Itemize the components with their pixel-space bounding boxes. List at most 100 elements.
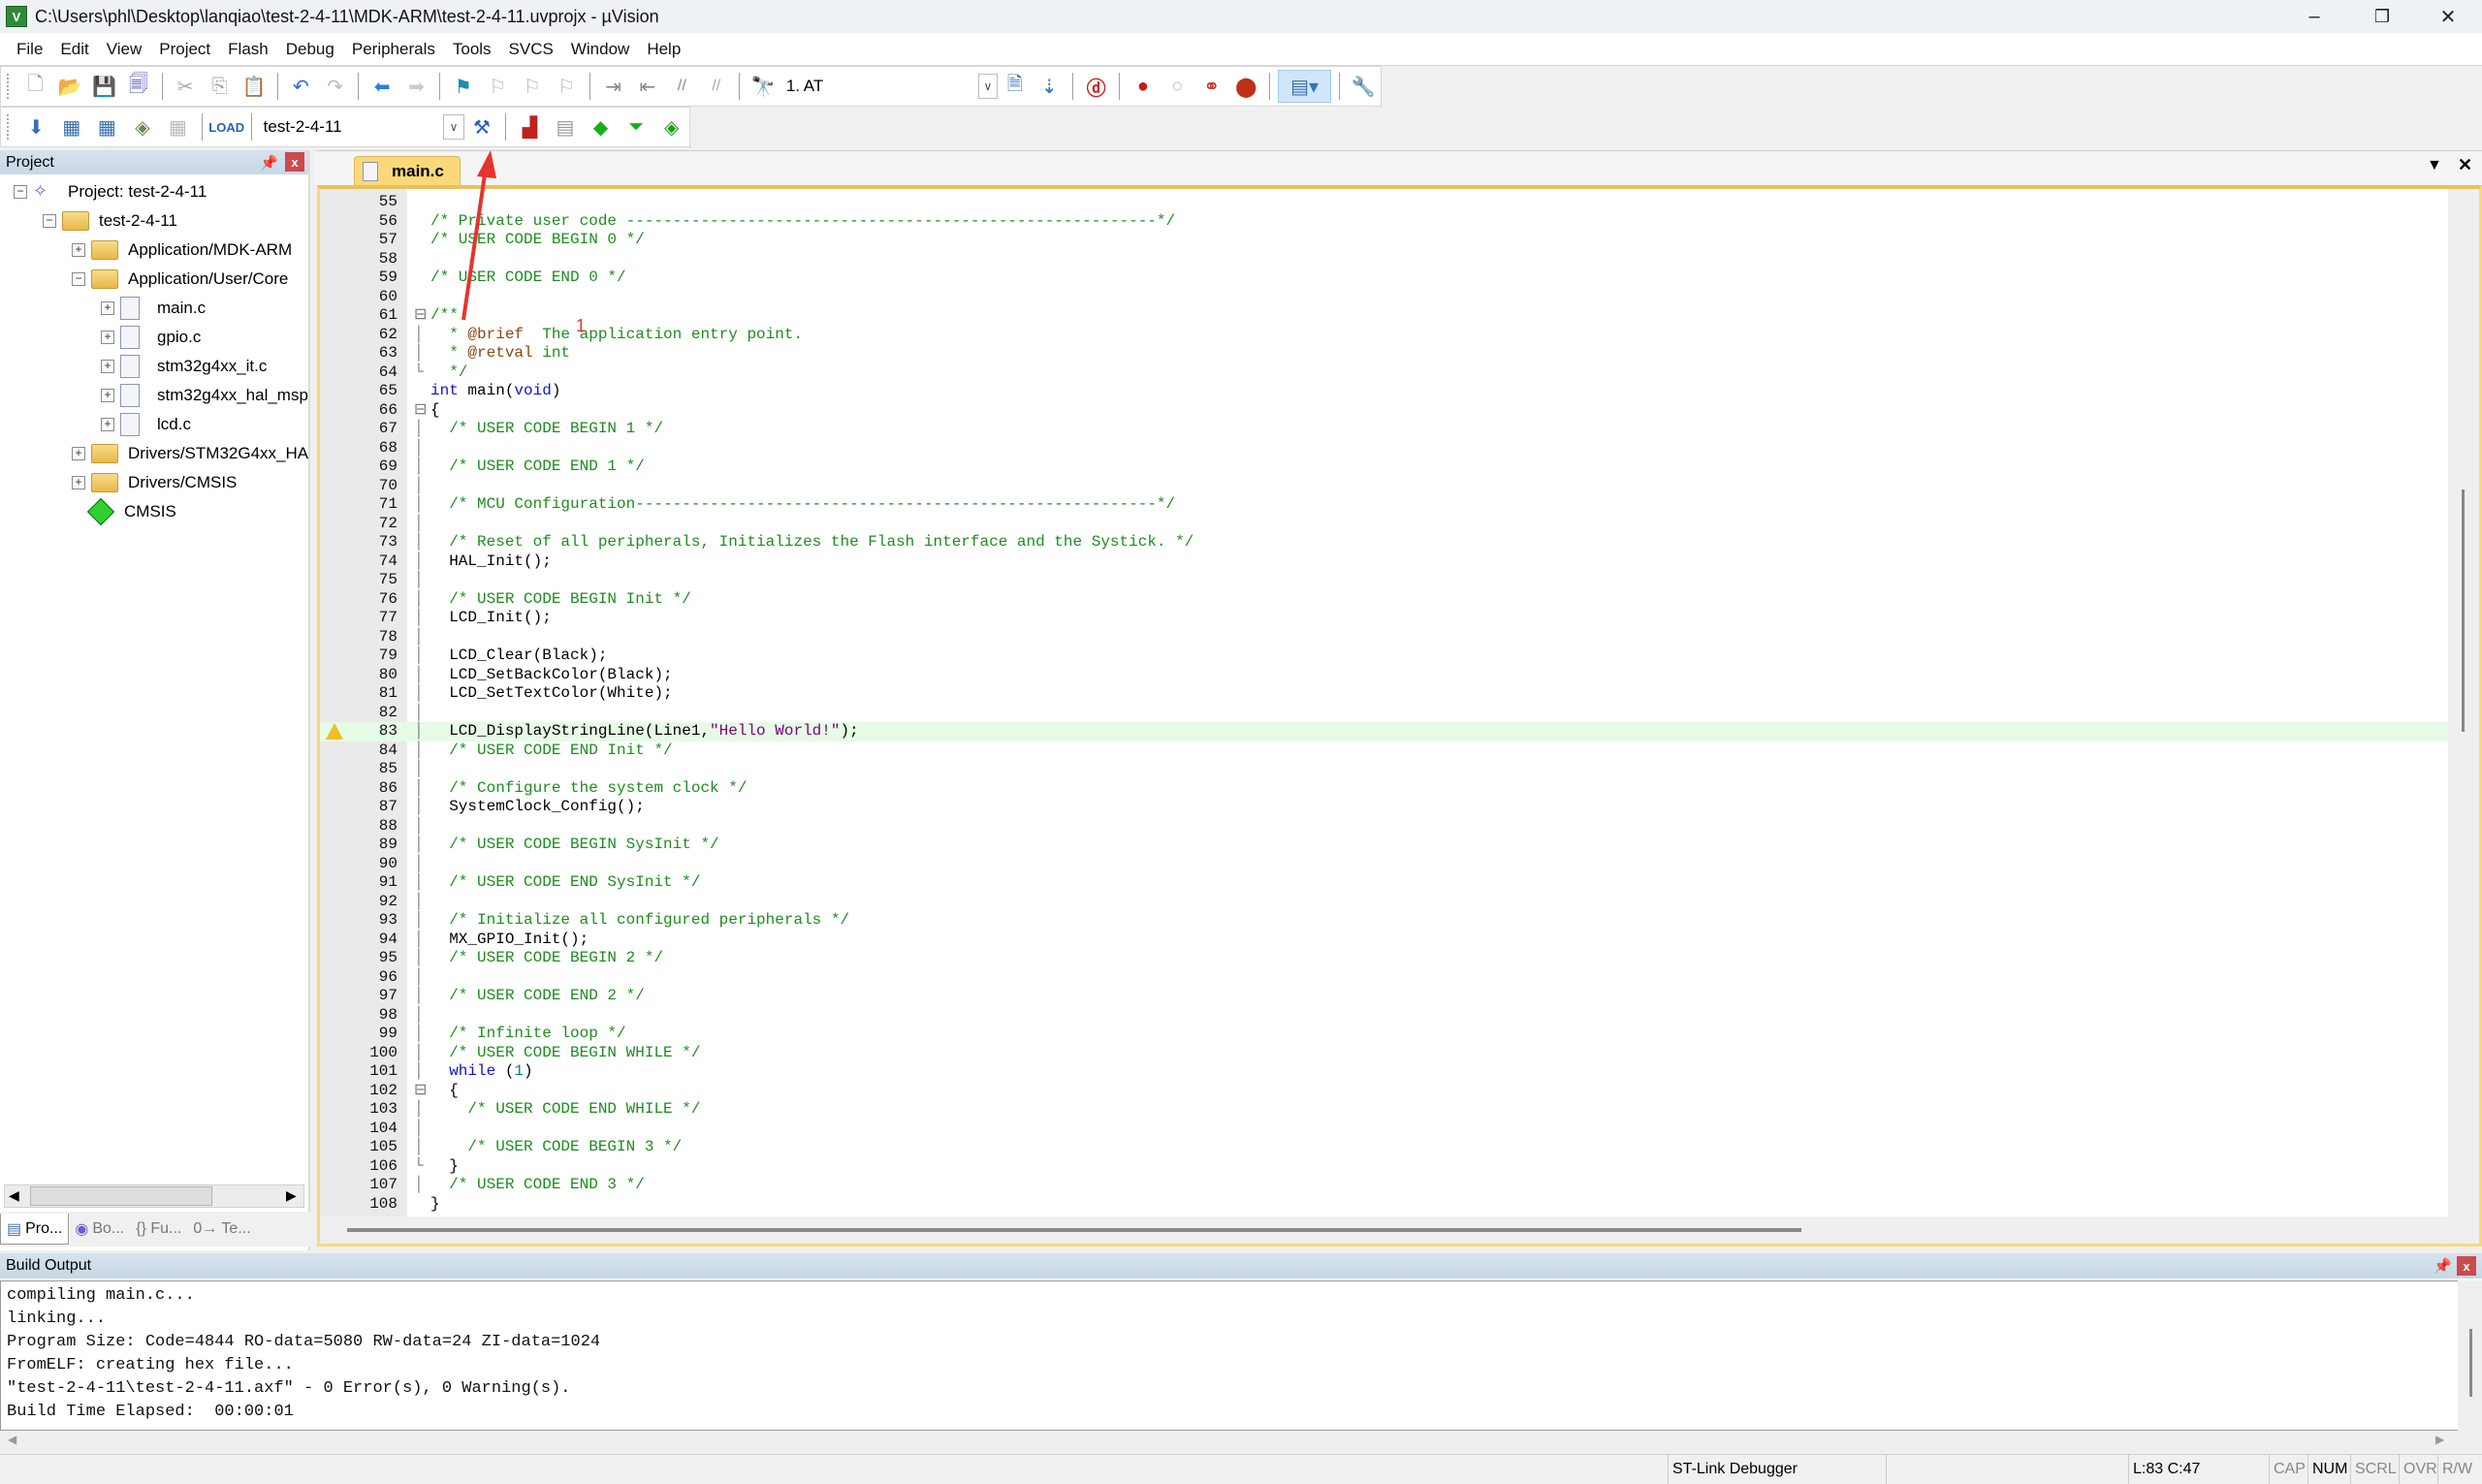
tab-project[interactable]: ▤ Pro... [0, 1214, 70, 1245]
incremental-find-icon[interactable]: ⇣ [1034, 70, 1065, 103]
close-tab-button[interactable]: ✕ [2458, 155, 2472, 175]
code-line[interactable]: 76 │ /* USER CODE BEGIN Init */ [320, 590, 2448, 610]
tree-item[interactable]: + main.c [101, 294, 206, 323]
code-line[interactable]: 84 │ /* USER CODE END Init */ [320, 742, 2448, 761]
uncomment-icon[interactable]: // [701, 70, 731, 103]
tree-item[interactable]: + lcd.c [101, 410, 191, 439]
code-line[interactable]: 82 │ [320, 704, 2448, 723]
close-window-button[interactable]: ✕ [2414, 0, 2482, 33]
code-line[interactable]: 73 │ /* Reset of all peripherals, Initial… [320, 533, 2448, 553]
toolbar-grip[interactable] [7, 74, 11, 99]
code-line[interactable]: 57 /* USER CODE BEGIN 0 */ [320, 231, 2448, 250]
scroll-thumb[interactable] [347, 1228, 1801, 1232]
save-icon[interactable]: 💾 [89, 70, 119, 103]
stop-build-icon[interactable]: ▦ [162, 111, 194, 143]
next-bookmark-icon[interactable]: ⚐ [517, 70, 547, 103]
code-line[interactable]: 93 │ /* Initialize all configured periphe… [320, 911, 2448, 931]
code-line[interactable]: 67 │ /* USER CODE BEGIN 1 */ [320, 420, 2448, 439]
window-layout-icon[interactable]: ▤▾ [1277, 70, 1332, 103]
cut-icon[interactable]: ✂ [170, 70, 200, 103]
code-line[interactable]: 78 │ [320, 628, 2448, 647]
select-packs-icon[interactable]: ▤ [550, 111, 582, 143]
scroll-thumb[interactable] [2469, 1329, 2472, 1397]
close-panel-button[interactable]: x [2457, 1256, 2476, 1276]
tab-main-c[interactable]: main.c [354, 156, 461, 186]
expand-icon[interactable]: + [101, 331, 114, 344]
expand-icon[interactable]: + [72, 243, 85, 257]
pack-manager-icon[interactable]: ◈ [655, 111, 687, 143]
code-line[interactable]: 58 [320, 250, 2448, 269]
toolbar-grip[interactable] [7, 114, 11, 140]
collapse-icon[interactable]: − [14, 185, 27, 199]
code-line[interactable]: 74 │ HAL_Init(); [320, 553, 2448, 572]
expand-icon[interactable]: + [72, 476, 85, 489]
scroll-left-arrow-icon[interactable]: ◀ [8, 1433, 16, 1446]
rebuild-icon[interactable]: ▦ [91, 111, 123, 143]
code-line[interactable]: 101 │ while (1) [320, 1062, 2448, 1082]
tab-templates[interactable]: 0→ Te... [187, 1214, 256, 1245]
manage-run-time-environment-icon[interactable]: ◆ [585, 111, 617, 143]
tab-books[interactable]: ◉ Bo... [69, 1214, 130, 1245]
target-select[interactable]: test-2-4-11 [258, 112, 444, 142]
fold-collapse-icon[interactable]: ⊟ [414, 306, 427, 326]
code-line[interactable]: 100 │ /* USER CODE BEGIN WHILE */ [320, 1044, 2448, 1063]
code-area[interactable]: 55 56 /* Private user code ---------------… [320, 189, 2448, 1216]
code-line[interactable]: 95 │ /* USER CODE BEGIN 2 */ [320, 949, 2448, 968]
code-line[interactable]: 104 │ [320, 1120, 2448, 1139]
disable-all-breakpoints-icon[interactable]: ⚭ [1196, 70, 1226, 103]
code-line[interactable]: 55 [320, 193, 2448, 212]
tree-item[interactable]: − ✧ Project: test-2-4-11 [14, 177, 207, 206]
tab-list-dropdown-icon[interactable]: ▼ [2427, 157, 2442, 174]
build-vscrollbar[interactable] [2458, 1280, 2482, 1431]
menu-tools[interactable]: Tools [444, 40, 500, 59]
code-line[interactable]: 81 │ LCD_SetTextColor(White); [320, 684, 2448, 704]
code-line[interactable]: 64 └ */ [320, 363, 2448, 383]
menu-project[interactable]: Project [150, 40, 219, 59]
code-line[interactable]: 77 │ LCD_Init(); [320, 609, 2448, 628]
paste-icon[interactable]: 📋 [239, 70, 269, 103]
minimize-button[interactable]: – [2280, 0, 2348, 33]
undo-icon[interactable]: ↶ [286, 70, 316, 103]
collapse-icon[interactable]: − [72, 272, 85, 286]
tab-functions[interactable]: {} Fu... [130, 1214, 187, 1245]
clear-bookmarks-icon[interactable]: ⚐ [551, 70, 581, 103]
code-line[interactable]: 98 │ [320, 1006, 2448, 1026]
scroll-right-arrow-icon[interactable]: ▶ [286, 1187, 297, 1204]
menu-view[interactable]: View [98, 40, 151, 59]
code-line[interactable]: 94 │ MX_GPIO_Init(); [320, 931, 2448, 950]
code-line[interactable]: 61 ⊟/** [320, 306, 2448, 326]
editor-vscrollbar[interactable] [2448, 189, 2479, 1216]
navigate-back-icon[interactable]: ⬅ [366, 70, 397, 103]
tree-item[interactable]: − test-2-4-11 [43, 206, 177, 236]
code-line[interactable]: 103 │ /* USER CODE END WHILE */ [320, 1100, 2448, 1120]
code-line[interactable]: 105 │ /* USER CODE BEGIN 3 */ [320, 1138, 2448, 1157]
code-line[interactable]: 91 │ /* USER CODE END SysInit */ [320, 873, 2448, 893]
scroll-thumb[interactable] [30, 1186, 212, 1206]
kill-all-breakpoints-icon[interactable]: ⬤ [1230, 70, 1260, 103]
scroll-thumb[interactable] [2462, 489, 2465, 732]
copy-icon[interactable]: ⎘ [205, 70, 235, 103]
navigate-forward-icon[interactable]: ➡ [401, 70, 431, 103]
debug-session-icon[interactable]: ⓓ [1081, 70, 1111, 103]
tree-item[interactable]: + Drivers/CMSIS [72, 468, 237, 497]
code-line[interactable]: 62 │ * @brief The application entry point… [320, 326, 2448, 345]
code-line[interactable]: 107 │ /* USER CODE END 3 */ [320, 1176, 2448, 1195]
code-line[interactable]: 89 │ /* USER CODE BEGIN SysInit */ [320, 836, 2448, 855]
menu-file[interactable]: File [8, 40, 51, 59]
find-in-files-icon[interactable]: 🔭 [748, 70, 778, 103]
unindent-icon[interactable]: ⇤ [632, 70, 662, 103]
menu-debug[interactable]: Debug [277, 40, 343, 59]
comment-icon[interactable]: // [667, 70, 697, 103]
editor-hscrollbar[interactable] [320, 1216, 2479, 1244]
code-line[interactable]: 85 │ [320, 760, 2448, 779]
translate-icon[interactable]: ⬇ [20, 111, 52, 143]
batch-build-icon[interactable]: ◈ [127, 111, 159, 143]
menu-window[interactable]: Window [562, 40, 638, 59]
code-line[interactable]: 59 /* USER CODE END 0 */ [320, 268, 2448, 288]
expand-icon[interactable]: + [72, 447, 85, 460]
save-all-icon[interactable]: 🗐 [123, 70, 153, 103]
tree-item[interactable]: + stm32g4xx_hal_msp [101, 381, 308, 410]
build-icon[interactable]: ▦ [55, 111, 87, 143]
find-icon[interactable]: 🗎 [1000, 70, 1030, 103]
options-for-target-icon[interactable]: ⚒ [466, 111, 498, 143]
